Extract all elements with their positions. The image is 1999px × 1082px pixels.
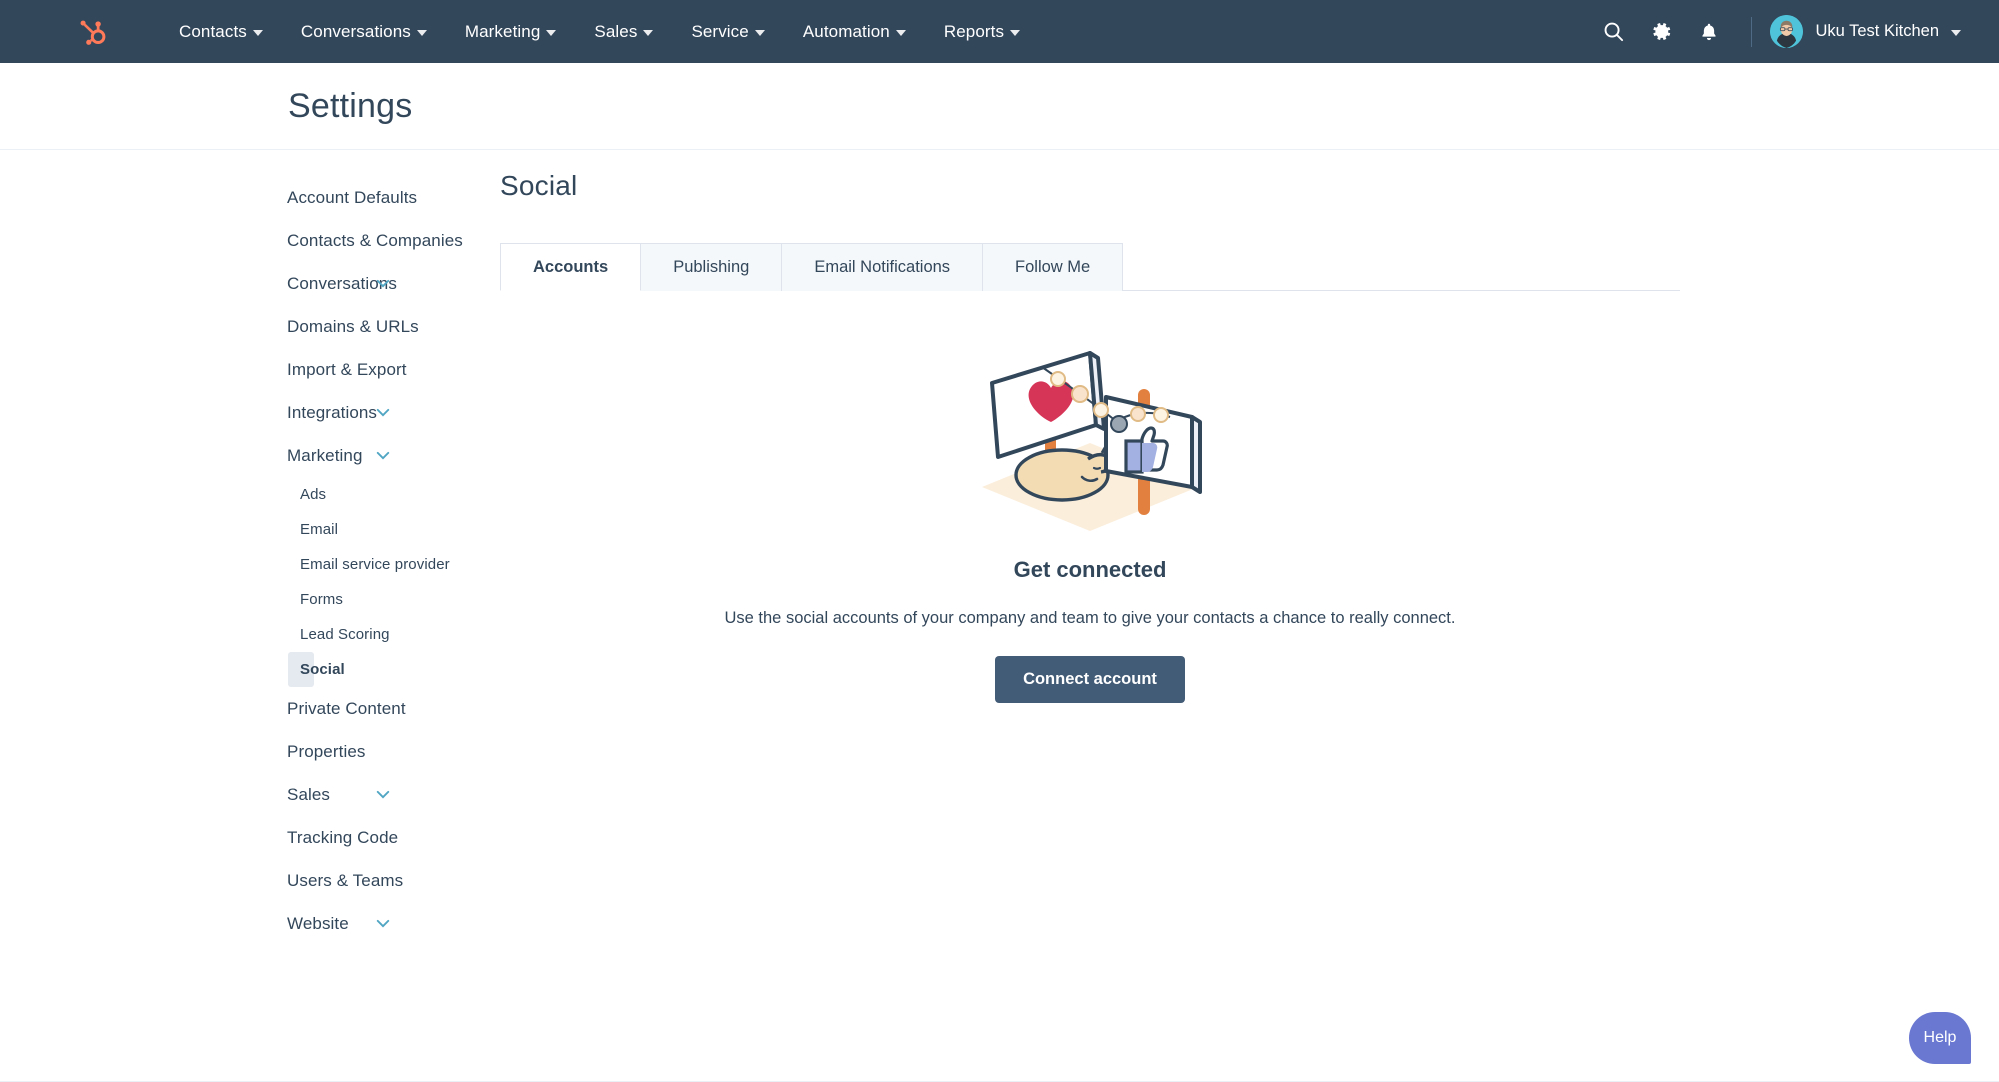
sidebar-item-label: Integrations — [287, 402, 378, 422]
sidebar-item-label: Marketing — [287, 445, 363, 465]
tab-label: Accounts — [533, 257, 609, 276]
settings-tabs: Accounts Publishing Email Notifications … — [500, 242, 1680, 291]
sidebar-item-account-defaults[interactable]: Account Defaults — [275, 176, 417, 219]
hubspot-sprocket-icon — [80, 20, 106, 45]
tab-email-notifications[interactable]: Email Notifications — [782, 243, 984, 291]
sidebar-item-email-service-provider[interactable]: Email service provider — [288, 547, 450, 582]
sidebar-item-marketing[interactable]: Marketing — [275, 434, 390, 477]
sidebar-item-label: Tracking Code — [287, 827, 399, 847]
sidebar-item-label: Private Content — [287, 698, 406, 718]
tab-publishing[interactable]: Publishing — [641, 243, 783, 291]
sidebar-item-label: Social — [300, 661, 345, 678]
nav-item-label: Conversations — [300, 21, 411, 41]
sidebar-item-private-content[interactable]: Private Content — [275, 687, 406, 730]
sidebar-item-label: Users & Teams — [287, 870, 404, 890]
chevron-down-icon — [1951, 29, 1961, 36]
nav-item-label: Reports — [943, 21, 1005, 41]
connect-account-button[interactable]: Connect account — [995, 656, 1185, 703]
nav-item-label: Marketing — [464, 21, 541, 41]
sidebar-item-label: Sales — [287, 784, 331, 804]
sidebar-item-label: Account Defaults — [287, 187, 418, 207]
chevron-down-icon[interactable] — [376, 408, 390, 417]
sidebar-item-label: Import & Export — [287, 359, 407, 379]
sidebar-item-label: Email service provider — [300, 556, 450, 573]
sidebar-item-label: Ads — [300, 486, 327, 503]
chevron-down-icon[interactable] — [376, 451, 390, 460]
user-account-menu[interactable]: Uku Test Kitchen — [1770, 15, 1963, 48]
sidebar-item-label: Domains & URLs — [287, 316, 419, 336]
primary-nav-menu: Contacts Conversations Marketing Sales S… — [160, 22, 1039, 42]
chevron-down-icon — [754, 29, 765, 36]
sidebar-item-contacts-companies[interactable]: Contacts & Companies — [275, 219, 463, 262]
chevron-down-icon[interactable] — [376, 919, 390, 928]
sidebar-item-properties[interactable]: Properties — [275, 730, 365, 773]
chevron-down-icon — [252, 29, 263, 36]
nav-utility-group: Uku Test Kitchen — [1589, 8, 1999, 56]
sidebar-item-import-export[interactable]: Import & Export — [275, 348, 407, 391]
chevron-down-icon — [416, 29, 427, 36]
page-header: Settings — [0, 63, 1999, 150]
bell-icon[interactable] — [1685, 8, 1733, 56]
sidebar-item-label: Contacts & Companies — [287, 230, 463, 250]
tab-label: Email Notifications — [814, 258, 951, 276]
nav-item-label: Service — [691, 21, 749, 41]
sidebar-item-website[interactable]: Website — [275, 902, 390, 945]
top-navigation-bar: Contacts Conversations Marketing Sales S… — [0, 0, 1999, 63]
sidebar-item-label: Email — [300, 521, 339, 538]
sidebar-item-users-teams[interactable]: Users & Teams — [275, 859, 403, 902]
search-icon[interactable] — [1589, 8, 1637, 56]
section-title: Social — [500, 170, 578, 201]
nav-item-reports[interactable]: Reports — [925, 22, 1039, 42]
chevron-down-icon — [895, 29, 906, 36]
gear-icon[interactable] — [1637, 8, 1685, 56]
nav-item-service[interactable]: Service — [672, 22, 783, 42]
sidebar-item-sales[interactable]: Sales — [275, 773, 390, 816]
sidebar-item-conversations[interactable]: Conversations — [275, 262, 397, 305]
empty-state: Get connected Use the social accounts of… — [500, 291, 1680, 703]
sidebar-item-label: Properties — [287, 741, 366, 761]
tab-label: Follow Me — [1015, 258, 1091, 276]
tab-accounts[interactable]: Accounts — [500, 243, 642, 291]
sidebar-item-integrations[interactable]: Integrations — [275, 391, 390, 434]
avatar — [1770, 15, 1804, 48]
settings-main-content: Social Accounts Publishing Email Notific… — [500, 150, 1999, 1081]
sidebar-item-label: Lead Scoring — [300, 626, 390, 643]
sidebar-item-social[interactable]: Social — [288, 652, 345, 687]
nav-item-contacts[interactable]: Contacts — [160, 22, 282, 42]
sidebar-item-label: Forms — [300, 591, 343, 608]
sidebar-item-label: Website — [287, 913, 349, 933]
nav-item-automation[interactable]: Automation — [784, 22, 925, 42]
nav-item-label: Contacts — [179, 21, 247, 41]
sidebar-item-lead-scoring[interactable]: Lead Scoring — [288, 617, 390, 652]
chevron-down-icon — [1010, 29, 1021, 36]
nav-item-label: Automation — [802, 21, 890, 41]
page-title: Settings — [288, 86, 413, 125]
chevron-down-icon[interactable] — [376, 279, 390, 288]
empty-state-heading: Get connected — [1013, 557, 1167, 582]
hubspot-sprocket-logo-icon[interactable] — [76, 16, 108, 48]
nav-item-conversations[interactable]: Conversations — [282, 22, 446, 42]
sidebar-item-email[interactable]: Email — [288, 512, 338, 547]
sidebar-item-domains-urls[interactable]: Domains & URLs — [275, 305, 419, 348]
sidebar-item-tracking-code[interactable]: Tracking Code — [275, 816, 398, 859]
page-body: Account Defaults Contacts & Companies Co… — [0, 150, 1999, 1081]
nav-item-sales[interactable]: Sales — [575, 22, 672, 42]
sidebar-item-forms[interactable]: Forms — [288, 582, 343, 617]
nav-item-marketing[interactable]: Marketing — [446, 22, 576, 42]
empty-state-subtext: Use the social accounts of your company … — [724, 609, 1456, 627]
chevron-down-icon — [643, 29, 654, 36]
settings-sidebar: Account Defaults Contacts & Companies Co… — [0, 150, 500, 1081]
social-signs-illustration — [982, 351, 1202, 531]
nav-divider — [1751, 16, 1753, 47]
chevron-down-icon[interactable] — [376, 790, 390, 799]
user-name-label: Uku Test Kitchen — [1815, 22, 1939, 40]
sidebar-item-ads[interactable]: Ads — [288, 477, 326, 512]
nav-item-label: Sales — [594, 21, 638, 41]
help-button[interactable]: Help — [1909, 1012, 1971, 1064]
tab-follow-me[interactable]: Follow Me — [983, 243, 1124, 291]
chevron-down-icon — [546, 29, 557, 36]
tab-label: Publishing — [673, 258, 750, 276]
